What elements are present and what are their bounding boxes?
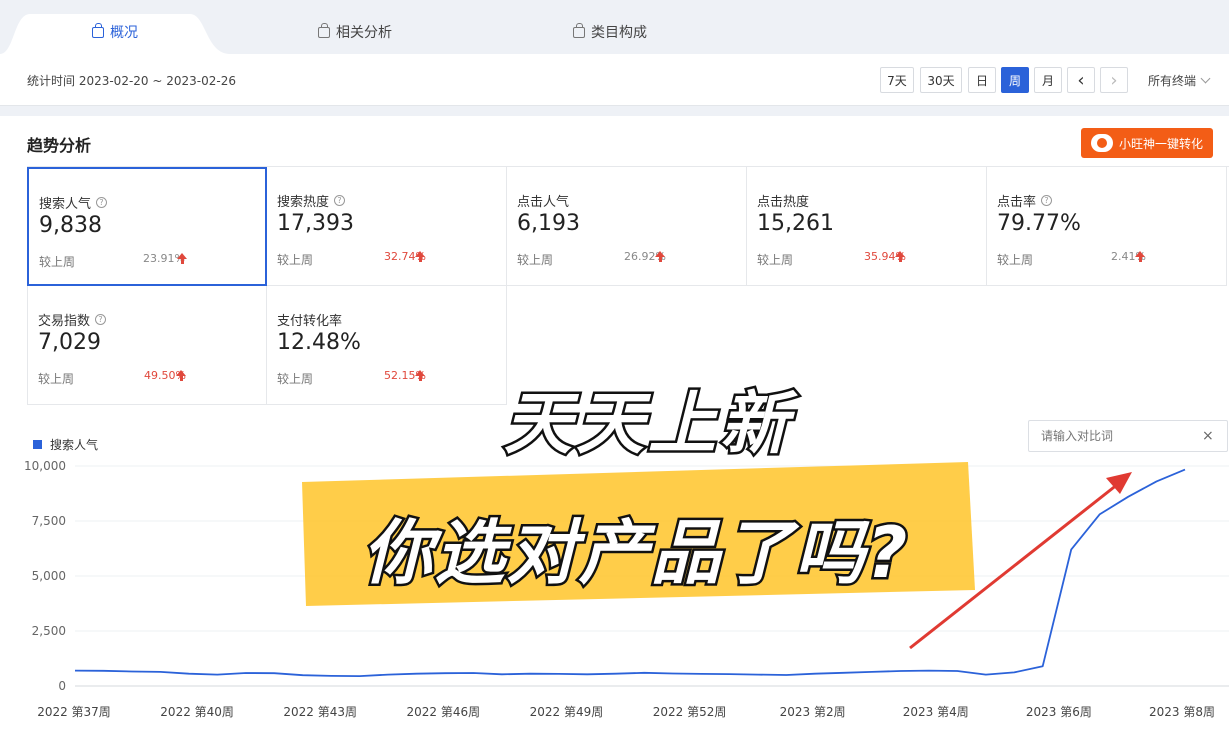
period-month-button[interactable]: 月 <box>1034 67 1062 93</box>
metric-compare-label: 较上周 <box>517 253 554 267</box>
date-toolbar: 统计时间 2023-02-20 ~ 2023-02-26 7天 30天 日 周 … <box>0 54 1229 106</box>
metric-label: 交易指数? <box>38 310 107 329</box>
metric-cards: 搜索人气? 9,838 较上周 23.91% 搜索热度? 17,393 较上周 … <box>27 166 1229 406</box>
y-tick-label: 5,000 <box>32 569 66 583</box>
trend-line-chart: 0 2,500 5,000 7,500 10,000 2022 第37周 2022 第40周… <box>24 459 1229 719</box>
metric-card-search-heat[interactable]: 搜索热度? 17,393 较上周 32.74% <box>267 167 507 286</box>
tab-bar: 概况 相关分析 类目构成 <box>0 0 1229 54</box>
arrow-up-icon <box>415 251 425 262</box>
section-title: 趋势分析 <box>27 136 92 155</box>
metric-compare-label: 较上周 <box>38 372 75 386</box>
metric-label: 搜索热度? <box>277 191 346 210</box>
x-tick-label: 2022 第37周 <box>37 705 111 719</box>
period-day-button[interactable]: 日 <box>968 67 996 93</box>
y-tick-label: 10,000 <box>24 459 66 473</box>
prev-period-button[interactable]: ‹ <box>1067 67 1095 93</box>
tab-label: 概况 <box>110 25 138 41</box>
metric-label-text: 点击人气 <box>517 195 570 210</box>
y-tick-label: 2,500 <box>32 624 66 638</box>
arrow-up-icon <box>415 370 425 381</box>
metric-label-text: 点击率 <box>997 195 1037 210</box>
arrow-up-icon <box>176 370 186 381</box>
x-tick-label: 2022 第46周 <box>407 705 481 719</box>
metric-card-search-popularity[interactable]: 搜索人气? 9,838 较上周 23.91% <box>27 167 267 286</box>
metric-label: 点击率? <box>997 191 1053 210</box>
x-tick-label: 2023 第8周 <box>1149 705 1215 719</box>
help-icon[interactable]: ? <box>1041 195 1053 206</box>
metric-card-trade-index[interactable]: 交易指数? 7,029 较上周 49.50% <box>27 286 267 405</box>
metric-label-text: 搜索人气 <box>39 197 92 212</box>
terminal-select[interactable]: 所有终端 <box>1148 72 1211 89</box>
date-range: 统计时间 2023-02-20 ~ 2023-02-26 <box>27 74 236 88</box>
metric-card-pay-conversion[interactable]: 支付转化率 12.48% 较上周 52.15% <box>267 286 507 405</box>
y-tick-label: 7,500 <box>32 514 66 528</box>
metric-compare-label: 较上周 <box>997 253 1034 267</box>
metric-card-click-rate[interactable]: 点击率? 79.77% 较上周 2.41% <box>987 167 1227 286</box>
series-line-search-popularity <box>74 468 1186 677</box>
metric-card-click-popularity[interactable]: 点击人气 6,193 较上周 26.92% <box>507 167 747 286</box>
metric-label: 支付转化率 <box>277 310 342 329</box>
tab-related-analysis[interactable]: 相关分析 <box>300 10 410 54</box>
metric-compare-label: 较上周 <box>39 255 76 269</box>
tab-category[interactable]: 类目构成 <box>555 10 665 54</box>
bag-icon <box>573 22 585 38</box>
metric-label-text: 支付转化率 <box>277 314 343 329</box>
x-tick-label: 2023 第2周 <box>780 705 846 719</box>
terminal-select-value: 所有终端 <box>1148 74 1197 88</box>
metric-label-text: 搜索热度 <box>277 195 330 210</box>
metric-label: 点击人气 <box>517 191 569 210</box>
arrow-up-icon <box>895 251 905 262</box>
x-tick-label: 2022 第43周 <box>283 705 357 719</box>
metric-value: 12.48% <box>277 330 361 355</box>
metric-compare-label: 较上周 <box>757 253 794 267</box>
metric-compare-label: 较上周 <box>277 372 314 386</box>
tab-label: 类目构成 <box>591 25 647 41</box>
help-icon[interactable]: ? <box>96 197 108 208</box>
x-tick-label: 2022 第52周 <box>653 705 727 719</box>
metric-value: 6,193 <box>517 211 580 236</box>
metric-label-text: 交易指数 <box>38 314 91 329</box>
metric-label-text: 点击热度 <box>757 195 810 210</box>
metric-value: 7,029 <box>38 330 101 355</box>
metric-value: 79.77% <box>997 211 1081 236</box>
bag-icon <box>92 22 104 38</box>
metric-label: 点击热度 <box>757 191 809 210</box>
x-tick-label: 2023 第4周 <box>903 705 969 719</box>
trend-panel: 趋势分析 小旺神一键转化 搜索人气? 9,838 较上周 23.91% 搜索热度… <box>0 116 1229 735</box>
x-tick-label: 2022 第40周 <box>160 705 234 719</box>
arrow-up-icon <box>1135 251 1145 262</box>
help-icon[interactable]: ? <box>334 195 346 206</box>
chevron-down-icon <box>1200 73 1211 84</box>
convert-button-label: 小旺神一键转化 <box>1119 136 1204 151</box>
x-tick-label: 2023 第6周 <box>1026 705 1092 719</box>
metric-value: 17,393 <box>277 211 354 236</box>
period-30d-button[interactable]: 30天 <box>920 67 962 93</box>
metric-card-click-heat[interactable]: 点击热度 15,261 较上周 35.94% <box>747 167 987 286</box>
metric-value: 9,838 <box>39 213 102 238</box>
arrow-up-icon <box>655 251 665 262</box>
help-icon[interactable]: ? <box>95 314 107 325</box>
bag-icon <box>318 22 330 38</box>
tab-label: 相关分析 <box>336 25 392 41</box>
metric-compare-label: 较上周 <box>277 253 314 267</box>
xiaowangshen-logo-icon <box>1091 134 1113 152</box>
x-tick-label: 2022 第49周 <box>530 705 604 719</box>
one-click-convert-button[interactable]: 小旺神一键转化 <box>1081 128 1213 158</box>
y-tick-label: 0 <box>58 679 66 693</box>
arrow-up-icon <box>177 253 187 264</box>
metric-value: 15,261 <box>757 211 834 236</box>
metric-label: 搜索人气? <box>39 193 108 212</box>
period-7d-button[interactable]: 7天 <box>880 67 914 93</box>
close-icon[interactable]: × <box>1202 428 1214 444</box>
next-period-button[interactable]: › <box>1100 67 1128 93</box>
period-week-button[interactable]: 周 <box>1001 67 1029 93</box>
tab-overview[interactable]: 概况 <box>60 10 170 54</box>
